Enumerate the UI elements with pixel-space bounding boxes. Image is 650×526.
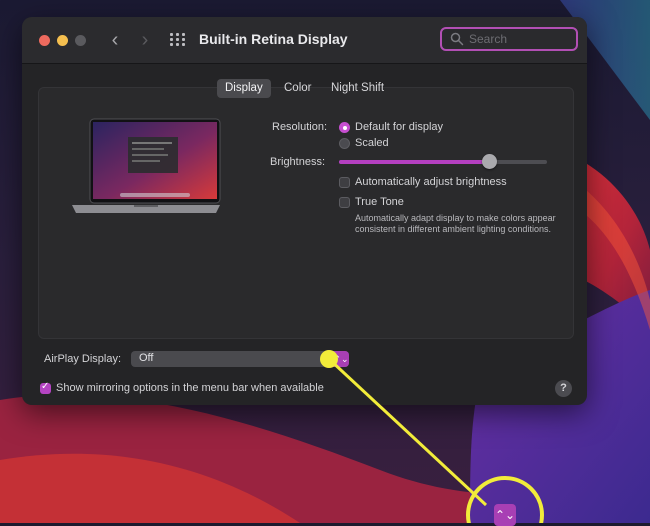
minimize-window-button[interactable]: [57, 35, 68, 46]
help-icon[interactable]: ?: [555, 380, 572, 397]
chevron-right-icon[interactable]: ›: [134, 29, 156, 51]
auto-brightness-label[interactable]: Automatically adjust brightness: [355, 176, 507, 188]
auto-brightness-checkbox[interactable]: [339, 177, 350, 188]
title-bar: ‹ › Built-in Retina Display Search: [22, 17, 587, 64]
brightness-slider[interactable]: [339, 154, 547, 169]
mirroring-options-label[interactable]: Show mirroring options in the menu bar w…: [56, 382, 324, 394]
laptop-preview-image: [72, 118, 221, 213]
search-field[interactable]: Search: [440, 27, 578, 51]
system-preferences-window: ‹ › Built-in Retina Display Search Displ…: [22, 17, 587, 405]
chevron-up-down-icon[interactable]: ⌃⌄: [333, 351, 349, 367]
resolution-label: Resolution:: [272, 121, 328, 133]
brightness-slider-fill: [339, 160, 489, 164]
tab-color[interactable]: Color: [276, 79, 319, 98]
brightness-slider-knob[interactable]: [481, 154, 497, 169]
window-title: Built-in Retina Display: [199, 31, 348, 47]
resolution-default-label[interactable]: Default for display: [355, 121, 443, 133]
resolution-scaled-label[interactable]: Scaled: [355, 137, 389, 149]
mirroring-options-checkbox[interactable]: [40, 381, 51, 394]
search-placeholder: Search: [469, 32, 508, 46]
tab-night-shift[interactable]: Night Shift: [323, 79, 392, 98]
true-tone-label[interactable]: True Tone: [355, 196, 404, 208]
resolution-default-radio[interactable]: [339, 122, 350, 133]
airplay-display-value: Off: [139, 352, 154, 364]
true-tone-checkbox[interactable]: [339, 197, 350, 208]
zoom-window-button[interactable]: [75, 35, 86, 46]
tab-display[interactable]: Display: [217, 79, 271, 98]
airplay-display-label: AirPlay Display:: [44, 353, 122, 365]
search-icon: [450, 32, 464, 46]
resolution-scaled-radio[interactable]: [339, 138, 350, 149]
chevron-left-icon[interactable]: ‹: [104, 29, 126, 51]
brightness-label: Brightness:: [270, 156, 326, 168]
airplay-display-select[interactable]: Off ⌃⌄: [131, 351, 349, 367]
true-tone-description: Automatically adapt display to make colo…: [355, 213, 556, 234]
grid-icon[interactable]: [170, 33, 186, 47]
close-window-button[interactable]: [39, 35, 50, 46]
